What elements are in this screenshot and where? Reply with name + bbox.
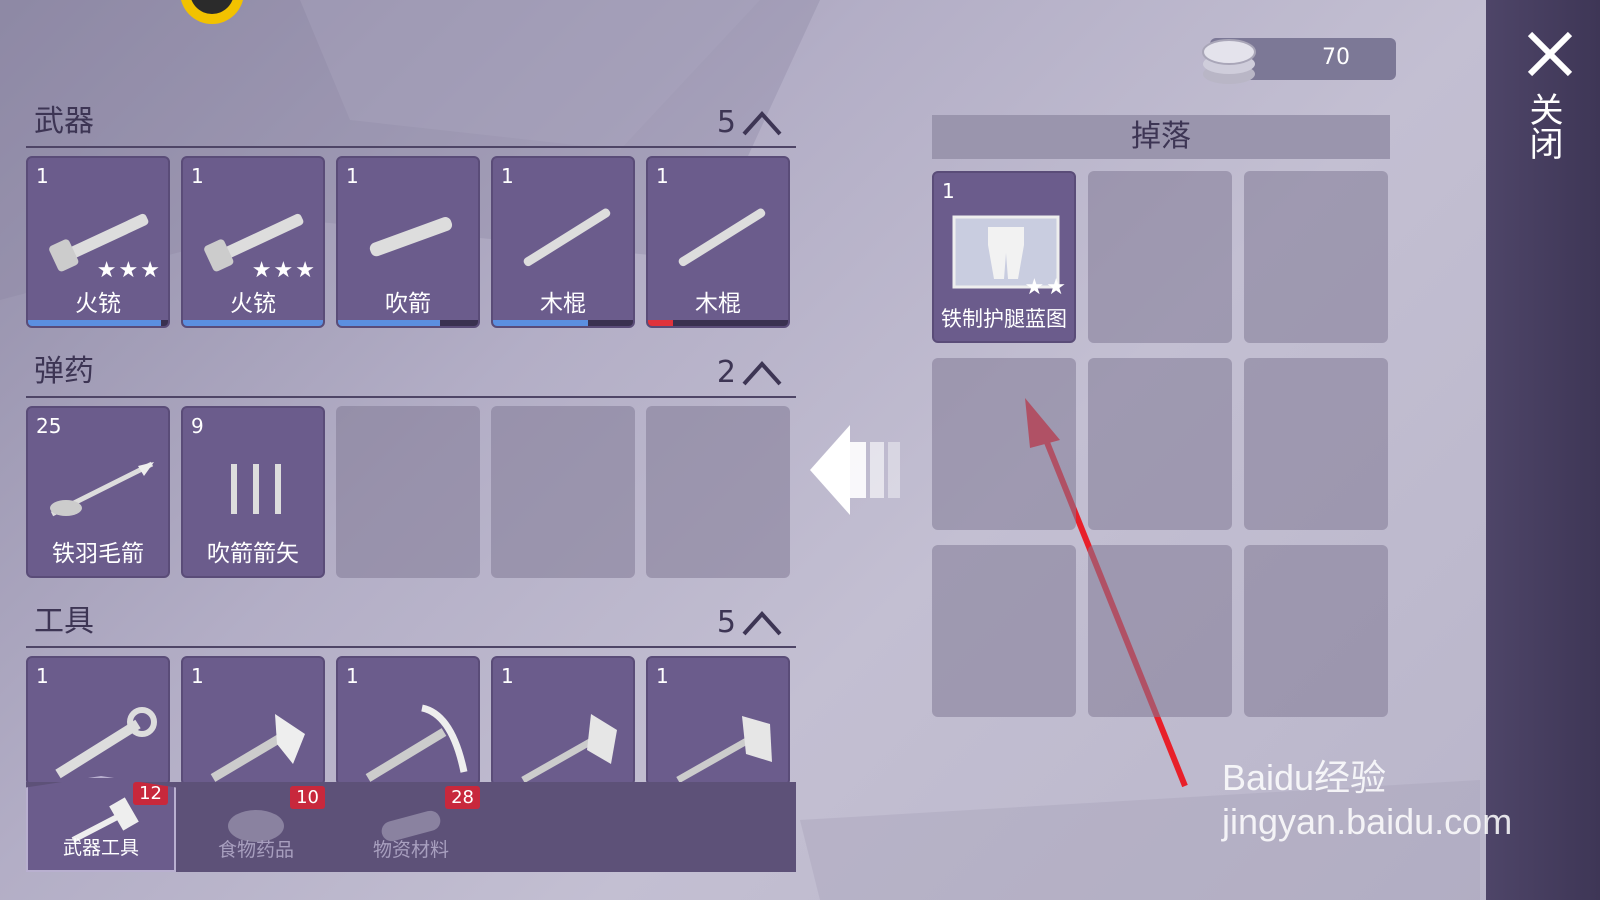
durability-bar [493,320,633,326]
item-name: 火铳 [75,291,121,317]
transfer-arrow-icon[interactable] [810,420,910,520]
tab-badge: 28 [445,786,480,809]
item-count: 9 [191,414,204,438]
item-count: 25 [36,414,62,438]
pickaxe-icon [365,704,468,782]
tab-label: 食物药品 [217,839,294,861]
wooden-stick-icon [523,208,611,267]
section-title: 武器 [34,104,94,139]
item-count: 1 [501,664,514,688]
section-count: 2 [716,355,736,390]
section-header-ammo[interactable]: 弹药 2 [26,350,796,398]
tool-slot[interactable]: 1 [491,656,635,786]
durability-fill [493,320,589,326]
durability-fill [648,320,674,326]
coin-stack-icon [1202,39,1256,84]
section-title: 工具 [34,604,94,639]
section-header-tools[interactable]: 工具 5 [26,600,796,648]
durability-fill [28,320,161,326]
wooden-stick-icon [678,208,766,267]
drop-empty-slot[interactable] [1244,545,1388,717]
close-icon [1527,31,1573,77]
item-count: 1 [346,164,359,188]
tab-badge: 12 [133,782,168,805]
tab-materials[interactable]: 28 物资材料 [336,782,486,872]
watermark: Baidu经验 jingyan.baidu.com [1222,757,1513,842]
weapon-slot[interactable]: 1 ★ ★ ★ 火铳 [181,156,325,328]
tab-badge: 10 [290,786,325,809]
weapon-slot[interactable]: 1 吹箭 [336,156,480,328]
blowgun-darts-icon [231,464,281,514]
chevron-up-icon[interactable] [742,108,782,138]
weapon-slot[interactable]: 1 木棍 [491,156,635,328]
drop-header: 掉落 [932,115,1390,159]
drop-empty-slot[interactable] [1244,358,1388,530]
tab-label: 武器工具 [62,837,139,859]
tab-food-medicine[interactable]: 10 食物药品 [181,782,331,872]
drop-empty-slot[interactable] [932,358,1076,530]
drop-item-slot[interactable]: 1 ★ ★ 铁制护腿蓝图 [932,171,1076,343]
item-count: 1 [191,164,204,188]
category-tab-bar: 12 武器工具 10 食物药品 28 物资材料 [26,776,796,872]
drop-empty-slot[interactable] [1088,171,1232,343]
durability-bar [338,320,478,326]
drop-empty-slot[interactable] [1088,358,1232,530]
ammo-slot[interactable]: 9 吹箭箭矢 [181,406,325,578]
item-name: 木棍 [540,291,586,317]
item-count: 1 [346,664,359,688]
item-count: 1 [942,179,955,203]
item-count: 1 [501,164,514,188]
item-name: 铁羽毛箭 [52,541,144,567]
ammo-slot[interactable]: 25 铁羽毛箭 [26,406,170,578]
section-count: 5 [716,105,736,140]
feather-arrow-icon [50,461,154,517]
tool-slot[interactable]: 1 [336,656,480,786]
item-count: 1 [656,164,669,188]
item-count: 1 [191,664,204,688]
item-name: 吹箭箭矢 [207,541,299,567]
durability-fill [183,320,323,326]
item-name: 铁制护腿蓝图 [941,307,1067,331]
star-rating: ★ ★ ★ [96,258,160,283]
tool-slot[interactable]: 1 [26,656,170,786]
durability-bar [183,320,323,326]
tab-label: 物资材料 [372,839,449,861]
drop-empty-slot[interactable] [1088,545,1232,717]
star-rating: ★ ★ ★ [251,258,315,283]
wrench-icon [55,707,157,779]
weapon-slot[interactable]: 1 木棍 [646,156,790,328]
currency-value: 70 [1322,45,1350,70]
drop-empty-slot[interactable] [932,545,1076,717]
drop-empty-slot[interactable] [1244,171,1388,343]
stone-hammer-icon [676,716,772,784]
close-label: 关闭 [1523,92,1563,160]
section-count: 5 [716,605,736,640]
item-name: 火铳 [230,291,276,317]
chevron-up-icon[interactable] [742,608,782,638]
empty-slot[interactable] [336,406,480,578]
empty-slot[interactable] [646,406,790,578]
item-count: 1 [36,664,49,688]
tab-weapons-tools[interactable]: 12 武器工具 [26,776,176,872]
section-title: 弹药 [34,354,94,389]
item-name: 木棍 [695,291,741,317]
weapon-slot[interactable]: 1 ★ ★ ★ 火铳 [26,156,170,328]
item-count: 1 [656,664,669,688]
tool-slot[interactable]: 1 [646,656,790,786]
stone-axe-icon [521,714,617,784]
chevron-up-icon[interactable] [742,358,782,388]
axe-icon [210,714,305,782]
durability-bar [28,320,168,326]
item-count: 1 [36,164,49,188]
item-name: 吹箭 [385,291,431,317]
durability-fill [338,320,441,326]
section-header-weapons[interactable]: 武器 5 [26,100,796,148]
durability-bar [648,320,788,326]
tool-slot[interactable]: 1 [181,656,325,786]
blowgun-icon [369,217,453,257]
empty-slot[interactable] [491,406,635,578]
star-rating: ★ ★ [1024,275,1066,300]
